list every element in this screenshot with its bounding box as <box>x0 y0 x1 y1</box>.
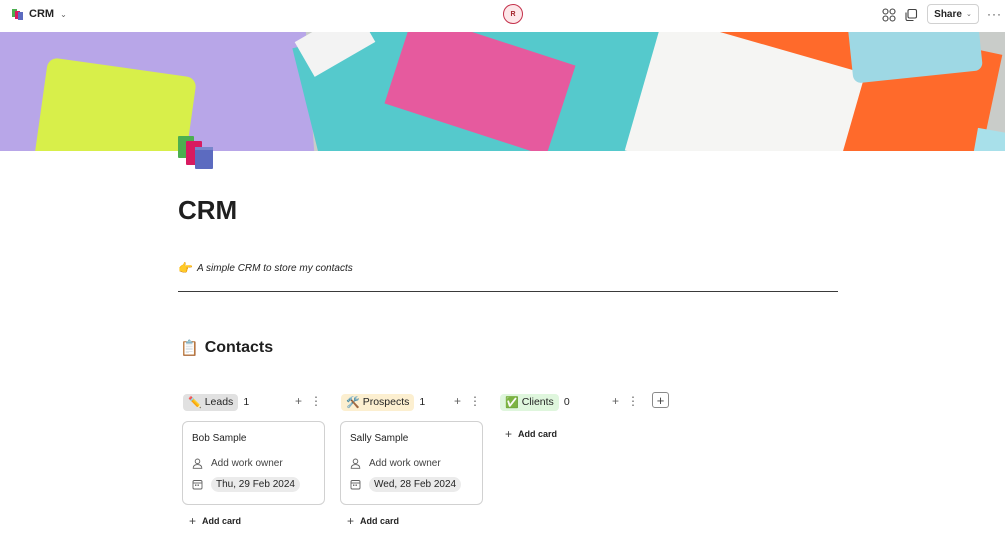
avatar[interactable]: R <box>503 4 523 24</box>
column-actions-leads: + ⋮ <box>295 394 322 408</box>
add-work-owner: Add work owner <box>211 458 283 469</box>
column-count: 1 <box>419 396 426 408</box>
column-header-clients: ✅ Clients 0 <box>500 393 570 411</box>
card-title: Sally Sample <box>350 433 409 444</box>
card-title: Bob Sample <box>192 433 247 444</box>
books-icon <box>12 8 23 20</box>
column-actions-clients: + ⋮ <box>612 394 639 408</box>
status-badge[interactable]: ✅ Clients <box>500 393 559 411</box>
books-icon[interactable] <box>177 135 217 171</box>
column-label: Leads <box>204 396 234 408</box>
add-icon: + <box>347 514 355 528</box>
person-icon <box>350 458 361 469</box>
person-icon <box>192 458 203 469</box>
tools-icon: 🛠️ <box>346 396 360 409</box>
share-label: Share <box>934 8 962 20</box>
chevron-down-icon[interactable]: ⌄ <box>60 10 67 19</box>
add-icon[interactable]: + <box>454 394 461 408</box>
add-card-label: Add card <box>360 516 400 526</box>
top-bar: CRM ⌄ R Share ⌄ ··· <box>0 0 1005 32</box>
section-title: Contacts <box>204 339 274 356</box>
add-card-button[interactable]: + Add card <box>347 514 399 528</box>
add-card-button[interactable]: + Add card <box>505 427 557 441</box>
breadcrumb-title: CRM <box>29 8 55 20</box>
pointing-hand-icon: 👉 <box>178 261 193 275</box>
column-label: Prospects <box>362 396 410 408</box>
breadcrumb-workspace[interactable]: CRM ⌄ <box>12 8 67 20</box>
add-column-button[interactable]: + <box>652 392 669 408</box>
add-card-label: Add card <box>518 429 558 439</box>
date-value: Thu, 29 Feb 2024 <box>211 477 300 492</box>
check-mark-icon: ✅ <box>505 396 519 409</box>
divider <box>178 291 838 292</box>
column-count: 1 <box>243 396 250 408</box>
page-subtitle: 👉 A simple CRM to store my contacts <box>178 261 353 275</box>
add-work-owner: Add work owner <box>369 458 441 469</box>
column-label: Clients <box>521 396 554 408</box>
share-button[interactable]: Share ⌄ <box>927 4 979 24</box>
pencil-icon: ✏️ <box>188 396 202 409</box>
status-badge[interactable]: ✏️ Leads <box>183 393 239 411</box>
section-heading: 📋 Contacts <box>180 339 273 357</box>
calendar-icon <box>192 480 203 490</box>
apps-grid-icon[interactable] <box>882 8 896 22</box>
cover-image <box>0 32 1005 151</box>
card-sally-sample[interactable]: Sally Sample Add work owner Wed, 28 Feb … <box>340 421 483 505</box>
add-icon[interactable]: + <box>295 394 302 408</box>
more-vertical-icon[interactable]: ⋮ <box>469 394 481 408</box>
column-count: 0 <box>563 396 570 408</box>
card-bob-sample[interactable]: Bob Sample Add work owner Thu, 29 Feb 20… <box>182 421 325 505</box>
add-icon: + <box>505 427 513 441</box>
page-title: CRM <box>178 195 238 225</box>
add-card-label: Add card <box>202 516 242 526</box>
subtitle-text: A simple CRM to store my contacts <box>196 262 353 274</box>
column-header-prospects: 🛠️ Prospects 1 <box>341 393 425 411</box>
column-actions-prospects: + ⋮ <box>454 394 481 408</box>
card-date-row[interactable]: Wed, 28 Feb 2024 <box>350 477 462 492</box>
status-badge[interactable]: 🛠️ Prospects <box>341 393 415 411</box>
add-card-button[interactable]: + Add card <box>189 514 241 528</box>
add-icon: + <box>189 514 197 528</box>
chevron-down-icon: ⌄ <box>965 11 972 18</box>
card-date-row[interactable]: Thu, 29 Feb 2024 <box>192 477 300 492</box>
more-vertical-icon[interactable]: ⋮ <box>627 394 639 408</box>
add-icon[interactable]: + <box>612 394 619 408</box>
copy-icon[interactable] <box>904 8 918 22</box>
card-owner-row[interactable]: Add work owner <box>192 458 283 469</box>
clipboard-icon: 📋 <box>180 340 199 357</box>
card-owner-row[interactable]: Add work owner <box>350 458 441 469</box>
more-vertical-icon[interactable]: ⋮ <box>310 394 322 408</box>
calendar-icon <box>350 480 361 490</box>
column-header-leads: ✏️ Leads 1 <box>183 393 249 411</box>
more-options-icon[interactable]: ··· <box>987 7 1002 21</box>
date-value: Wed, 28 Feb 2024 <box>369 477 462 492</box>
